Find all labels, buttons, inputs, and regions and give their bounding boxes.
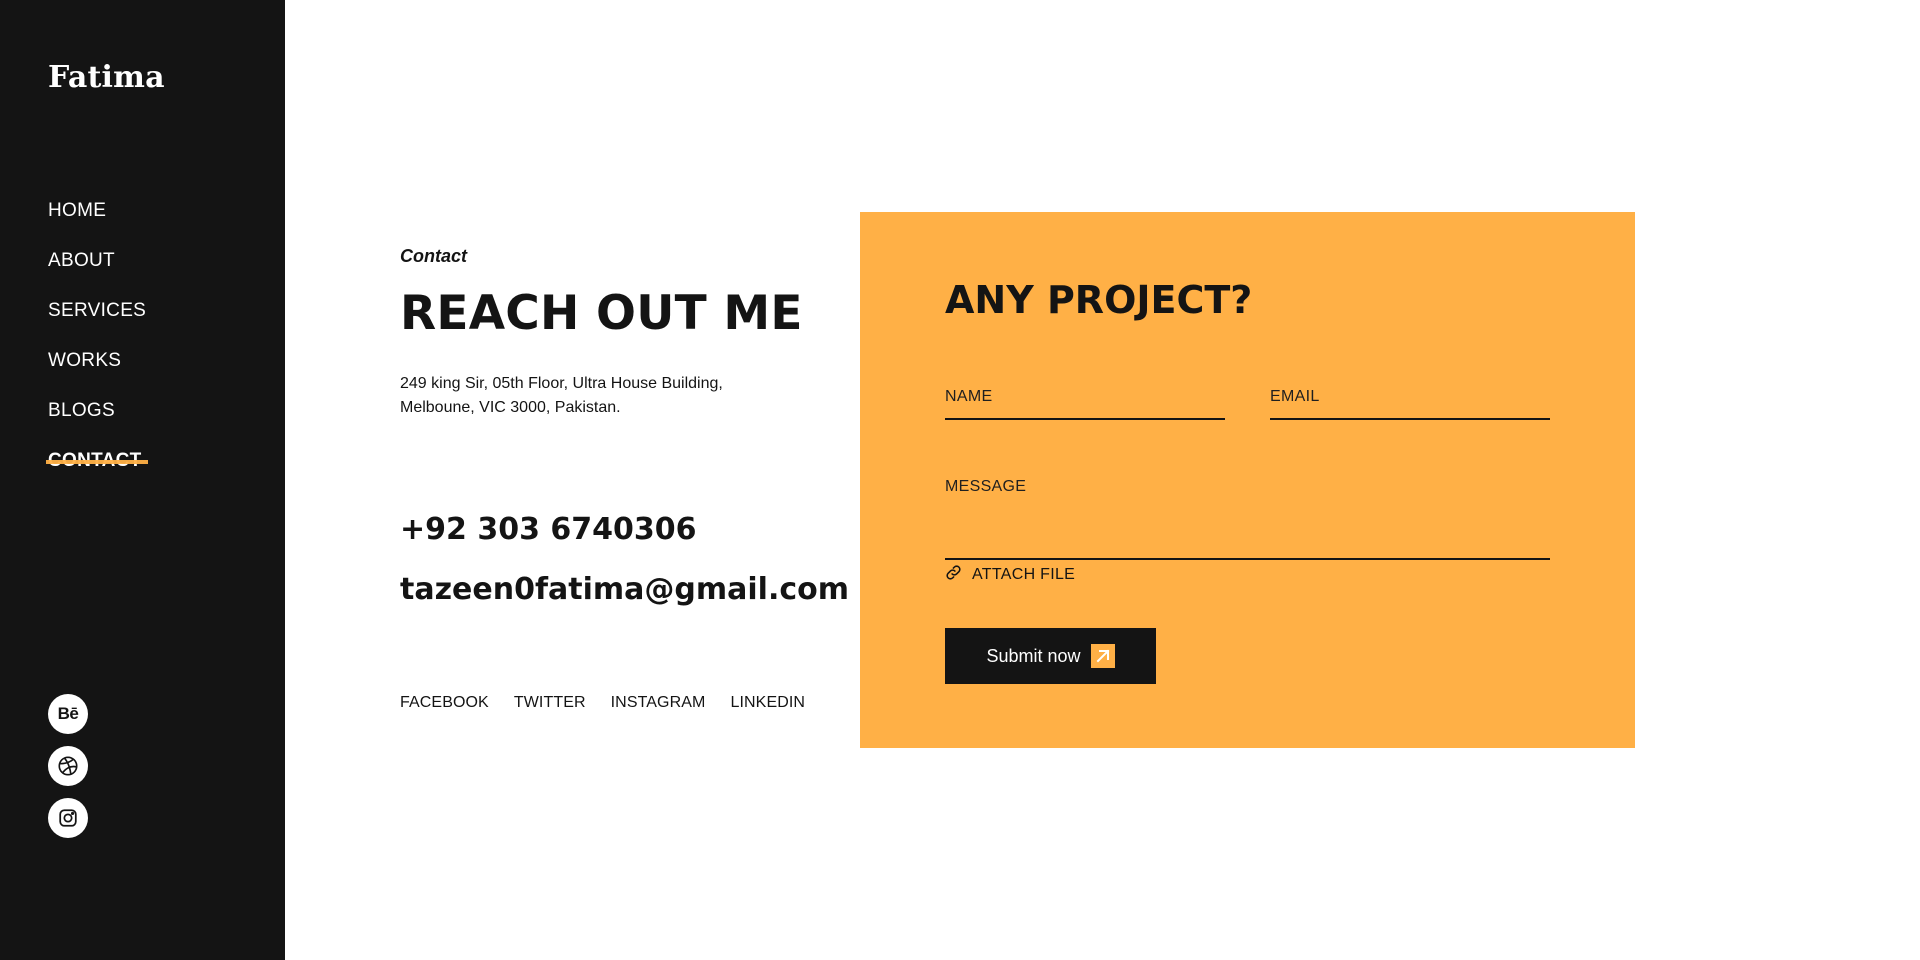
nav-item-contact[interactable]: CONTACT: [46, 448, 148, 474]
link-linkedin[interactable]: LINKEDIN: [730, 694, 805, 712]
phone-number[interactable]: +92 303 6740306: [400, 512, 697, 547]
page-title: REACH OUT ME: [400, 286, 803, 341]
email-address[interactable]: tazeen0fatima@gmail.com: [400, 572, 849, 607]
attach-file-button[interactable]: ATTACH FILE: [945, 564, 1075, 585]
link-icon: [945, 564, 962, 585]
brand-logo[interactable]: Fatima: [48, 60, 165, 95]
main-nav: HOME ABOUT SERVICES WORKS BLOGS CONTACT: [46, 198, 148, 498]
section-eyebrow: Contact: [400, 246, 467, 266]
email-field: [1270, 374, 1550, 420]
social-icons: Bē: [48, 694, 88, 850]
link-instagram[interactable]: INSTAGRAM: [611, 694, 706, 712]
arrow-up-right-icon: [1090, 644, 1115, 668]
behance-glyph: Bē: [57, 704, 79, 723]
submit-label: Submit now: [986, 645, 1081, 666]
address-line-2: Melboune, VIC 3000, Pakistan.: [400, 399, 621, 416]
address-line-1: 249 king Sir, 05th Floor, Ultra House Bu…: [400, 375, 723, 392]
behance-icon[interactable]: Bē: [48, 694, 88, 734]
form-title: ANY PROJECT?: [945, 278, 1253, 322]
contact-form-card: ANY PROJECT? ATTACH FILE Submit now: [860, 212, 1635, 748]
submit-button[interactable]: Submit now: [945, 628, 1156, 684]
email-input[interactable]: [1270, 374, 1550, 418]
social-links: FACEBOOK TWITTER INSTAGRAM LINKEDIN: [400, 694, 805, 712]
message-input[interactable]: [945, 466, 1550, 556]
nav-item-services[interactable]: SERVICES: [48, 298, 146, 324]
link-twitter[interactable]: TWITTER: [514, 694, 586, 712]
nav-item-blogs[interactable]: BLOGS: [48, 398, 115, 424]
nav-item-home[interactable]: HOME: [48, 198, 106, 224]
address: 249 king Sir, 05th Floor, Ultra House Bu…: [400, 372, 740, 420]
name-input[interactable]: [945, 374, 1225, 418]
nav-item-about[interactable]: ABOUT: [48, 248, 115, 274]
name-field: [945, 374, 1225, 420]
message-field: [945, 466, 1550, 560]
attach-file-label: ATTACH FILE: [972, 565, 1076, 583]
sidebar: Fatima HOME ABOUT SERVICES WORKS BLOGS C…: [0, 0, 285, 960]
instagram-icon[interactable]: [48, 798, 88, 838]
nav-item-works[interactable]: WORKS: [48, 348, 121, 374]
link-facebook[interactable]: FACEBOOK: [400, 694, 489, 712]
dribbble-icon[interactable]: [48, 746, 88, 786]
